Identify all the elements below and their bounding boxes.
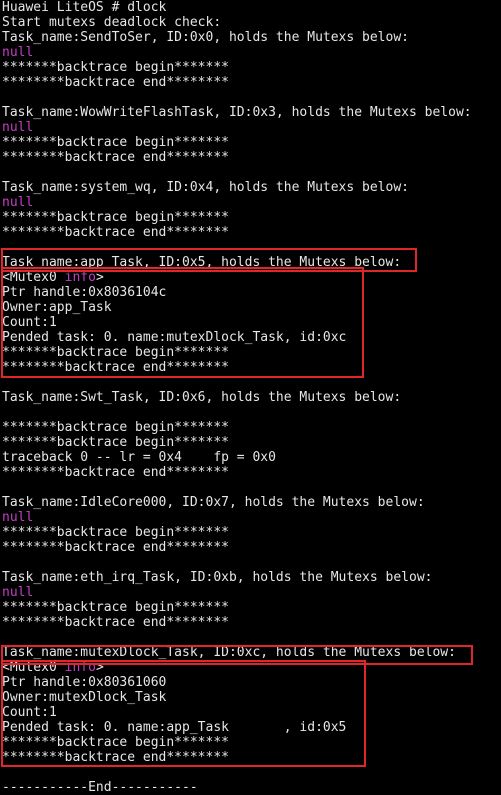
terminal-line: ********backtrace end******** [2,225,229,240]
terminal-line-task-header: Task_name:SendToSer, ID:0x0, holds the M… [2,30,409,45]
terminal-line: ********backtrace end******** [2,150,229,165]
terminal-line: *******backtrace begin******* [2,525,229,540]
terminal-line: ********backtrace end******** [2,75,229,90]
terminal-line-null: null [2,585,34,600]
terminal-line: *******backtrace begin******* [2,420,229,435]
terminal-line-task-header: Task_name:Swt_Task, ID:0x6, holds the Mu… [2,390,402,405]
terminal-window[interactable]: Huawei LiteOS # dlock Start mutexs deadl… [0,0,501,795]
terminal-line: *******backtrace begin******* [2,135,229,150]
terminal-line-task-header: Task_name:eth_irq_Task, ID:0xb, holds th… [2,570,433,585]
terminal-line: *******backtrace begin******* [2,600,229,615]
terminal-line: *******backtrace begin******* [2,60,229,75]
highlight-box-app-task-mutex [1,267,364,378]
terminal-line: *******backtrace begin******* [2,210,229,225]
terminal-line: ********backtrace end******** [2,465,229,480]
terminal-line-null: null [2,510,34,525]
terminal-line-task-header: Task_name:IdleCore000, ID:0x7, holds the… [2,495,425,510]
highlight-box-mutexdlock-mutex [1,660,366,767]
terminal-line-null: null [2,120,34,135]
terminal-line-prompt: Huawei LiteOS # dlock [2,0,167,15]
terminal-line-null: null [2,195,34,210]
terminal-line: traceback 0 -- lr = 0x4 fp = 0x0 [2,450,276,465]
terminal-line: ********backtrace end******** [2,540,229,555]
terminal-line: Start mutexs deadlock check: [2,15,222,30]
terminal-line-end: -----------End----------- [2,780,198,795]
terminal-line-task-header: Task_name:system_wq, ID:0x4, holds the M… [2,180,409,195]
terminal-line: *******backtrace begin******* [2,435,229,450]
terminal-line-task-header: Task_name:WowWriteFlashTask, ID:0x3, hol… [2,105,472,120]
terminal-line: ********backtrace end******** [2,615,229,630]
terminal-line-null: null [2,45,34,60]
